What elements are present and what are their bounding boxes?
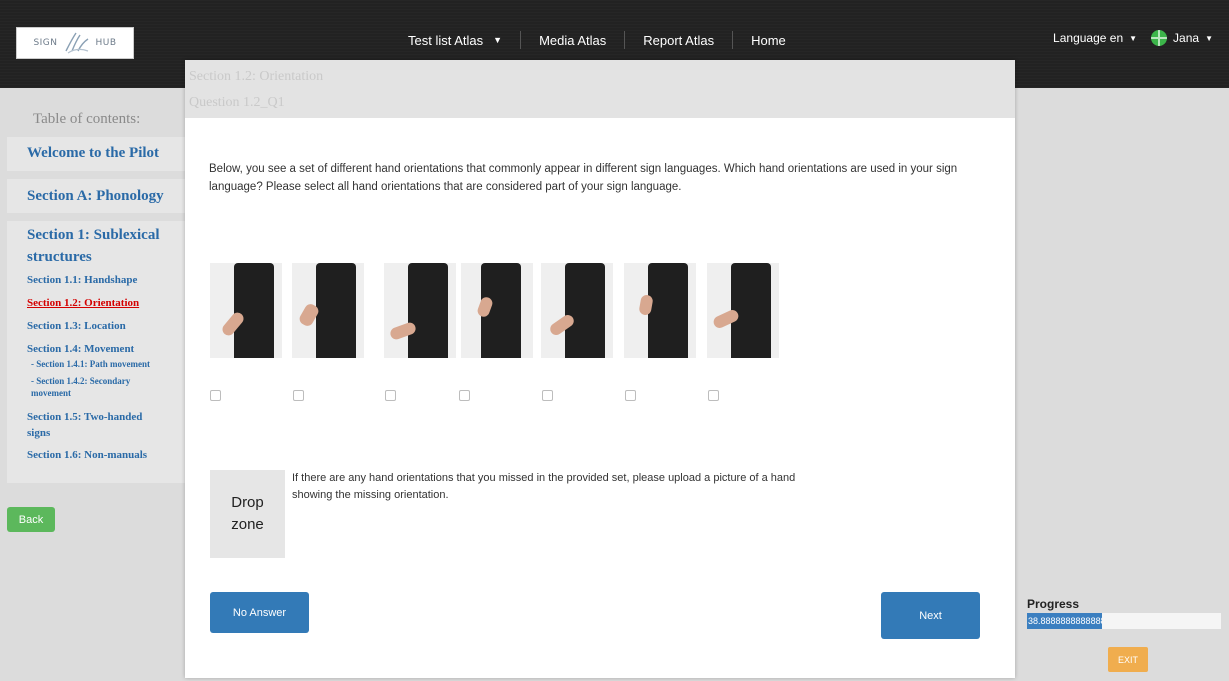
question-panel: Section 1.2: Orientation Question 1.2_Q1… <box>185 60 1015 678</box>
upload-instructions: If there are any hand orientations that … <box>292 472 796 501</box>
nav-media-atlas[interactable]: Media Atlas <box>521 30 624 50</box>
nav-test-list-atlas[interactable]: Test list Atlas ▼ <box>390 30 520 50</box>
logo-text-right: HUB <box>95 38 117 48</box>
orientation-checkbox-5[interactable] <box>542 390 553 401</box>
main-nav: Test list Atlas ▼ Media Atlas Report Atl… <box>390 30 804 50</box>
toc-item-non-manuals[interactable]: Section 1.6: Non-manuals <box>27 449 187 461</box>
question-heading: Question 1.2_Q1 <box>189 95 285 110</box>
hand-orientation-image <box>210 263 282 358</box>
language-label: Language en <box>1053 31 1124 45</box>
toc-block-section-1: Section 1: Sublexical structures Section… <box>7 221 187 483</box>
toc-item-two-handed[interactable]: Section 1.5: Two-handed signs <box>27 409 167 441</box>
question-text: Below, you see a set of different hand o… <box>209 163 958 193</box>
toc-item-movement[interactable]: Section 1.4: Movement <box>27 343 187 355</box>
progress-label: Progress <box>1027 597 1080 611</box>
hand-orientation-image <box>384 263 456 358</box>
caret-down-icon: ▼ <box>493 35 503 45</box>
back-button[interactable]: Back <box>7 507 55 532</box>
progress-fill: 38.888888888888886% <box>1027 613 1103 629</box>
globe-icon <box>1151 30 1168 46</box>
toc-title: Table of contents: <box>33 111 141 127</box>
nav-report-atlas[interactable]: Report Atlas <box>625 30 732 50</box>
toc-block-welcome: Welcome to the Pilot <box>7 137 187 171</box>
orientation-checkbox-4[interactable] <box>459 390 470 401</box>
toc-item-section-1[interactable]: Section 1: Sublexical structures <box>27 224 167 268</box>
language-dropdown[interactable]: Language en ▼ <box>1053 31 1137 45</box>
next-button[interactable]: Next <box>881 592 980 639</box>
caret-down-icon: ▼ <box>1129 33 1138 43</box>
orientation-checkbox-3[interactable] <box>385 390 396 401</box>
orientation-checkbox-6[interactable] <box>625 390 636 401</box>
hand-orientation-image <box>292 263 364 358</box>
section-heading: Section 1.2: Orientation <box>189 69 324 84</box>
hands-logo-icon <box>64 32 88 54</box>
nav-media-atlas-label: Media Atlas <box>539 32 607 48</box>
panel-header: Section 1.2: Orientation Question 1.2_Q1 <box>185 60 1015 118</box>
hand-orientation-image <box>624 263 696 358</box>
nav-right: Language en ▼ Jana ▼ <box>1053 30 1213 46</box>
drop-zone[interactable]: Drop zone <box>210 470 285 558</box>
user-menu[interactable]: Jana ▼ <box>1151 30 1213 46</box>
orientation-checkbox-7[interactable] <box>708 390 719 401</box>
no-answer-button[interactable]: No Answer <box>210 592 309 633</box>
orientation-checkbox-2[interactable] <box>293 390 304 401</box>
toc-block-section-a: Section A: Phonology <box>7 179 187 213</box>
toc-item-orientation[interactable]: Section 1.2: Orientation <box>27 297 187 309</box>
toc-item-welcome[interactable]: Welcome to the Pilot <box>27 145 187 162</box>
nav-test-list-atlas-label: Test list Atlas <box>408 32 484 48</box>
toc-item-section-a[interactable]: Section A: Phonology <box>27 188 187 205</box>
drop-zone-label: Drop zone <box>231 494 264 533</box>
toc-item-handshape[interactable]: Section 1.1: Handshape <box>27 274 187 286</box>
nav-home-label: Home <box>751 32 786 48</box>
signhub-logo[interactable]: SIGN HUB <box>16 27 134 59</box>
nav-home[interactable]: Home <box>733 30 804 50</box>
toc-item-location[interactable]: Section 1.3: Location <box>27 320 187 332</box>
exit-button[interactable]: EXIT <box>1108 647 1148 672</box>
hand-orientation-image <box>461 263 533 358</box>
progress-value: 38.888888888888886% <box>1028 616 1102 626</box>
caret-down-icon: ▼ <box>1205 33 1213 43</box>
progress-bar: 38.888888888888886% <box>1027 613 1221 629</box>
toc-item-secondary-movement[interactable]: - Section 1.4.2: Secondary movement <box>31 375 161 399</box>
orientation-checkbox-1[interactable] <box>210 390 221 401</box>
user-name: Jana <box>1173 31 1200 45</box>
hand-orientation-image <box>541 263 613 358</box>
toc-item-path-movement[interactable]: - Section 1.4.1: Path movement <box>31 359 187 369</box>
logo-text-left: SIGN <box>33 38 58 48</box>
nav-report-atlas-label: Report Atlas <box>643 32 715 48</box>
hand-orientation-image <box>707 263 779 358</box>
